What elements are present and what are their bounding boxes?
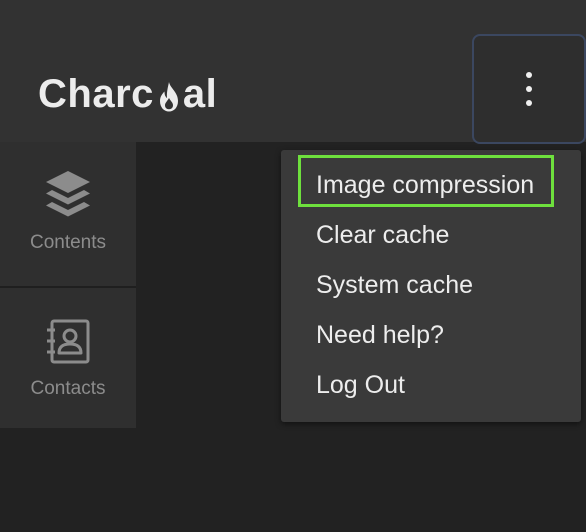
menu-item-image-compression[interactable]: Image compression bbox=[281, 155, 581, 210]
more-options-button[interactable] bbox=[472, 34, 586, 144]
layers-icon bbox=[42, 168, 94, 224]
logo-text-left: Charc bbox=[38, 72, 154, 116]
app-root: Charc al Contents Contacts Image compres… bbox=[0, 0, 586, 532]
flame-icon bbox=[159, 82, 178, 112]
top-bar: Charc al bbox=[0, 0, 586, 144]
logo-text-right: al bbox=[182, 72, 218, 116]
charcoal-logo[interactable]: Charc al bbox=[38, 64, 217, 124]
menu-item-log-out[interactable]: Log Out bbox=[281, 360, 581, 410]
menu-item-system-cache[interactable]: System cache bbox=[281, 260, 581, 310]
sidebar-item-contents[interactable]: Contents bbox=[0, 142, 136, 286]
sidebar-item-label: Contents bbox=[29, 232, 107, 253]
vertical-dots-icon bbox=[526, 72, 532, 106]
sidebar: Contents Contacts bbox=[0, 142, 136, 428]
menu-item-need-help[interactable]: Need help? bbox=[281, 310, 581, 360]
sidebar-item-contacts[interactable]: Contacts bbox=[0, 286, 136, 428]
menu-item-clear-cache[interactable]: Clear cache bbox=[281, 210, 581, 260]
options-dropdown-menu: Image compression Clear cache System cac… bbox=[281, 150, 581, 422]
sidebar-item-label: Contacts bbox=[30, 378, 106, 399]
contact-book-icon bbox=[42, 314, 94, 370]
